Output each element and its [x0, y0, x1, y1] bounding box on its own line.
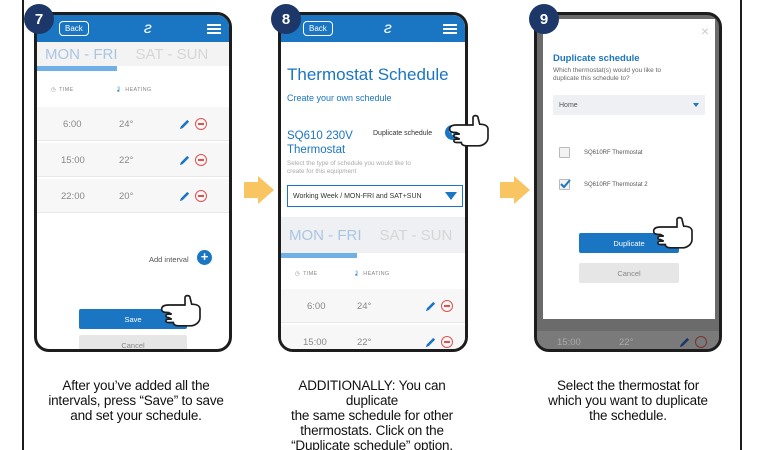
interval-temp: 24° [357, 301, 372, 312]
cancel-button[interactable]: Cancel [579, 263, 679, 283]
page-title: Thermostat Schedule [287, 65, 449, 84]
close-icon[interactable]: × [701, 23, 709, 39]
chevron-down-icon [445, 192, 457, 200]
dialog-text: Which thermostat(s) would you like to du… [553, 67, 662, 82]
step-7-caption: After you’ve added all the intervals, pr… [48, 378, 224, 423]
schedule-type-dropdown[interactable]: Working Week / MON-FRI and SAT+SUN [287, 185, 463, 207]
column-time: ◷ TIME [51, 87, 74, 93]
step-9-caption: Select the thermostat for which you want… [548, 378, 708, 423]
interval-time: 6:00 [63, 119, 82, 130]
tab-mon-fri[interactable]: MON - FRI [281, 227, 362, 244]
schedule-hint: Select the type of schedule you would li… [287, 160, 411, 175]
add-interval-label[interactable]: Add interval [149, 255, 189, 264]
column-heating: 🌡 HEATING [353, 271, 390, 277]
menu-icon[interactable] [442, 23, 457, 34]
edit-icon[interactable] [425, 301, 436, 312]
duplicate-dialog: × Duplicate schedule Which thermostat(s)… [543, 19, 715, 319]
day-tabs: MON - FRI SAT - SUN [281, 217, 465, 253]
phone-step-8: Back ƨ Thermostat Schedule Create your o… [278, 12, 468, 352]
edit-icon[interactable] [179, 155, 190, 166]
background-row: 15:00 22° [537, 331, 719, 349]
thermostat-option[interactable]: SQ610RF Thermostat 2 [559, 179, 648, 190]
chevron-down-icon [693, 103, 699, 107]
day-tabs: MON - FRI SAT - SUN [37, 42, 229, 66]
checkbox-unchecked[interactable] [559, 147, 570, 158]
checkbox-checked[interactable] [559, 179, 571, 190]
checkmark-icon [560, 179, 571, 189]
remove-icon[interactable] [195, 190, 207, 202]
thermometer-icon: 🌡 [115, 87, 123, 93]
page-subtitle: Create your own schedule [287, 93, 392, 103]
interval-temp: 22° [357, 337, 372, 348]
column-heating: 🌡 HEATING [115, 87, 152, 93]
edit-icon [679, 337, 690, 348]
interval-row[interactable]: 15:00 22° [37, 143, 229, 177]
tab-sat-sun[interactable]: SAT - SUN [128, 46, 209, 63]
device-name: SQ610 230V Thermostat [287, 130, 353, 156]
step-badge-7: 7 [24, 4, 54, 34]
remove-icon[interactable] [195, 118, 207, 130]
duplicate-schedule-link[interactable]: Duplicate schedule [373, 130, 432, 137]
back-button[interactable]: Back [303, 21, 333, 36]
interval-time: 15:00 [303, 337, 327, 348]
interval-row[interactable]: 15:00 22° [281, 325, 465, 349]
interval-row[interactable]: 22:00 20° [37, 179, 229, 213]
app-logo: ƨ [143, 19, 152, 37]
app-topbar: Back ƨ [281, 15, 465, 42]
tab-underline [281, 253, 357, 258]
interval-time: 22:00 [61, 191, 85, 202]
interval-temp: 22° [119, 155, 134, 166]
interval-temp: 24° [119, 119, 134, 130]
remove-icon[interactable] [441, 300, 453, 312]
phone-step-9: 15:00 22° × Duplicate schedule Which the… [534, 12, 722, 352]
tab-sat-sun[interactable]: SAT - SUN [372, 227, 453, 244]
tab-mon-fri[interactable]: MON - FRI [37, 46, 118, 63]
remove-icon[interactable] [195, 154, 207, 166]
pointing-hand-icon [160, 294, 201, 327]
frame-right-border [740, 0, 742, 450]
clock-icon: ◷ [51, 87, 57, 93]
frame-left-border [22, 0, 24, 450]
interval-time: 6:00 [307, 301, 326, 312]
thermometer-icon: 🌡 [353, 271, 361, 277]
step-badge-8: 8 [271, 4, 301, 34]
dialog-title: Duplicate schedule [553, 53, 640, 64]
interval-temp: 20° [119, 191, 134, 202]
column-time: ◷ TIME [295, 271, 318, 277]
add-interval-button[interactable]: + [197, 250, 212, 265]
app-logo: ƨ [383, 19, 392, 37]
cancel-button[interactable]: Cancel [79, 335, 187, 349]
clock-icon: ◷ [295, 271, 301, 277]
menu-icon[interactable] [206, 23, 221, 34]
remove-icon [695, 336, 707, 348]
home-select[interactable]: Home [553, 95, 705, 115]
edit-icon[interactable] [179, 191, 190, 202]
pointing-hand-icon [448, 114, 489, 147]
app-topbar: Back ƨ [37, 15, 229, 42]
back-button[interactable]: Back [59, 21, 89, 36]
interval-row[interactable]: 6:00 24° [281, 289, 465, 323]
edit-icon[interactable] [425, 337, 436, 348]
remove-icon[interactable] [441, 336, 453, 348]
interval-row[interactable]: 6:00 24° [37, 107, 229, 141]
edit-icon[interactable] [179, 119, 190, 130]
thermostat-option[interactable]: SQ610RF Thermostat [559, 147, 643, 158]
tab-underline [37, 66, 117, 71]
step-8-caption: ADDITIONALLY: You can duplicate the same… [291, 378, 453, 450]
step-badge-9: 9 [529, 4, 559, 34]
interval-time: 15:00 [61, 155, 85, 166]
pointing-hand-icon [652, 216, 693, 249]
